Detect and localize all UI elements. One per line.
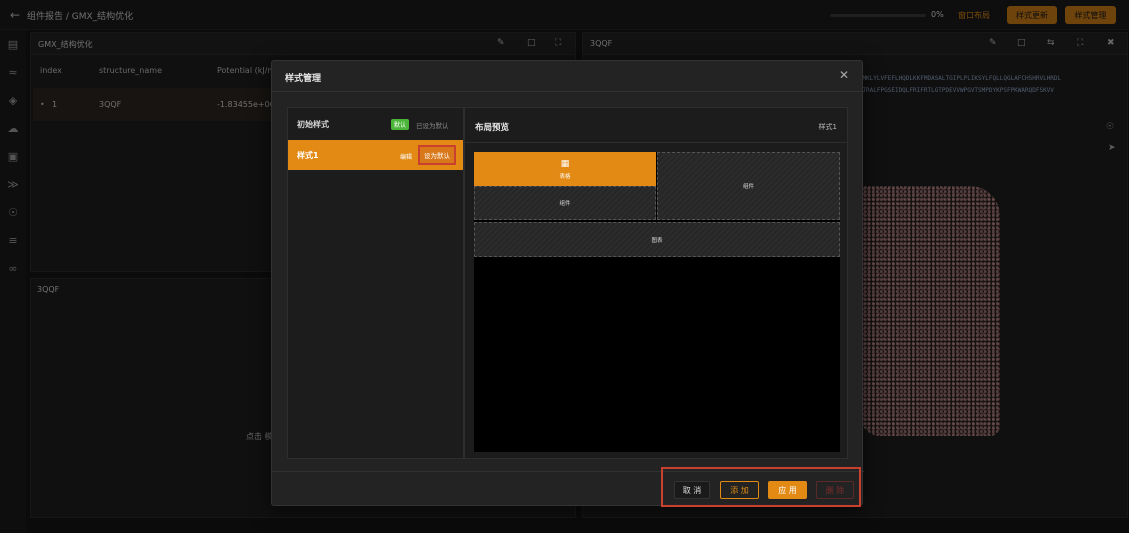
close-icon[interactable]: ✕ <box>839 68 849 82</box>
add-button[interactable]: 添 加 <box>720 481 759 499</box>
block-label: 组件 <box>742 184 754 190</box>
style-item-style1[interactable]: 样式1 编辑 设为默认 <box>288 140 463 170</box>
apply-button[interactable]: 应 用 <box>768 481 807 499</box>
layout-block-table[interactable]: ▦ 表格 <box>474 152 656 186</box>
modal-title: 样式管理 <box>285 74 322 84</box>
table-icon: ▦ <box>560 158 570 169</box>
style-name: 初始样式 <box>297 120 329 129</box>
style-name: 样式1 <box>297 151 319 160</box>
block-label: 表格 <box>559 173 571 180</box>
preview-style-name: 样式1 <box>818 123 837 131</box>
style-item-initial[interactable]: 初始样式 默认 已设为默认 <box>288 109 463 139</box>
edit-button[interactable]: 编辑 <box>400 152 412 161</box>
default-badge: 默认 <box>391 119 410 130</box>
style-manage-modal: 样式管理 ✕ 初始样式 默认 已设为默认 样式1 编辑 设为默认 布局预览 样式… <box>271 60 864 507</box>
divider <box>272 91 864 92</box>
preview-canvas: ▦ 表格 组件 组件 图表 <box>474 152 840 452</box>
block-label: 组件 <box>559 201 571 207</box>
layout-block-component[interactable]: 组件 <box>657 152 840 220</box>
cancel-button[interactable]: 取 消 <box>674 481 710 499</box>
preview-title: 布局预览 <box>475 123 510 133</box>
layout-block-component[interactable]: 组件 <box>474 186 656 220</box>
divider <box>465 142 847 143</box>
delete-button[interactable]: 删 除 <box>816 481 854 499</box>
layout-preview: 布局预览 样式1 ▦ 表格 组件 组件 图表 <box>464 107 848 459</box>
already-default-text: 已设为默认 <box>416 122 449 130</box>
block-label: 图表 <box>651 237 663 244</box>
layout-block-chart[interactable]: 图表 <box>474 222 840 257</box>
style-list: 初始样式 默认 已设为默认 样式1 编辑 设为默认 <box>287 107 464 459</box>
set-default-button[interactable]: 设为默认 <box>418 145 456 165</box>
